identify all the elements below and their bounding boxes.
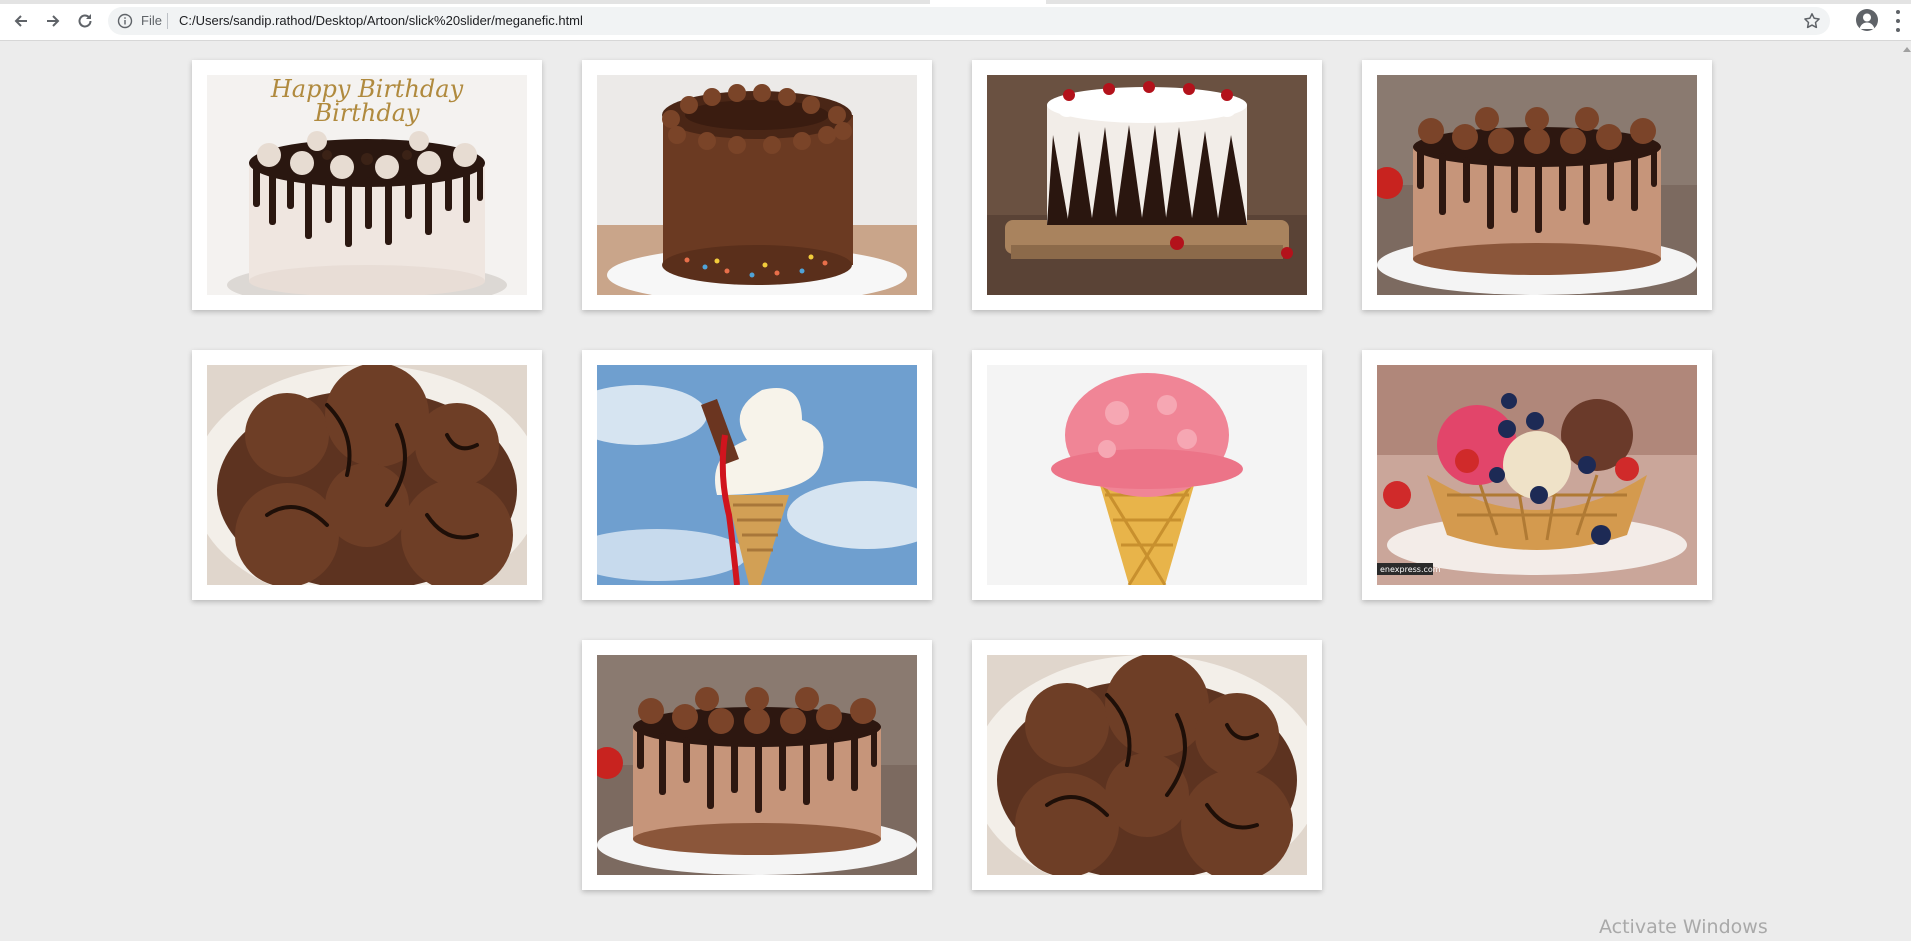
scroll-up-arrow-icon[interactable] xyxy=(1903,47,1911,52)
omnibox-divider xyxy=(167,13,168,29)
gallery-card[interactable] xyxy=(972,640,1322,890)
back-button[interactable] xyxy=(7,8,35,34)
arrow-left-icon xyxy=(14,15,27,27)
reload-icon xyxy=(78,14,92,28)
page-scrollbar[interactable] xyxy=(1905,41,1911,941)
reload-button[interactable] xyxy=(71,8,99,34)
gallery-card[interactable] xyxy=(192,350,542,600)
tab-strip-edge xyxy=(0,0,930,4)
gallery-card[interactable] xyxy=(582,350,932,600)
bookmark-star-icon[interactable] xyxy=(1803,12,1821,30)
profile-button[interactable] xyxy=(1856,9,1878,31)
gallery-card[interactable]: enexpress.com xyxy=(1362,350,1712,600)
gallery-card[interactable] xyxy=(1362,60,1712,310)
cake-image: Happy Birthday Birthday xyxy=(207,75,527,295)
cake-image xyxy=(1377,75,1697,295)
ice-cream-image xyxy=(597,365,917,585)
browser-menu-button[interactable] xyxy=(1890,10,1906,32)
tab-strip-edge xyxy=(1046,0,1911,4)
windows-activation-watermark: Activate Windows xyxy=(1599,916,1768,938)
address-bar[interactable]: File C:/Users/sandip.rathod/Desktop/Arto… xyxy=(108,7,1830,35)
cake-image xyxy=(987,75,1307,295)
menu-dot xyxy=(1896,28,1900,32)
ice-cream-image: enexpress.com xyxy=(1377,365,1697,585)
ice-cream-image xyxy=(987,655,1307,875)
info-icon[interactable] xyxy=(117,13,133,29)
gallery-card[interactable]: Happy Birthday Birthday xyxy=(192,60,542,310)
menu-dot xyxy=(1896,10,1900,14)
gallery-card[interactable] xyxy=(582,60,932,310)
ice-cream-image xyxy=(207,365,527,585)
person-icon xyxy=(1859,13,1875,29)
gallery-card[interactable] xyxy=(972,60,1322,310)
url-text[interactable]: C:/Users/sandip.rathod/Desktop/Artoon/sl… xyxy=(179,13,583,28)
cake-image xyxy=(597,75,917,295)
browser-toolbar: File C:/Users/sandip.rathod/Desktop/Arto… xyxy=(0,0,1911,41)
forward-button[interactable] xyxy=(39,8,67,34)
svg-text:Birthday: Birthday xyxy=(313,99,420,127)
ice-cream-image xyxy=(987,365,1307,585)
arrow-right-icon xyxy=(47,15,60,27)
cake-image xyxy=(597,655,917,875)
menu-dot xyxy=(1896,19,1900,23)
gallery-card[interactable] xyxy=(582,640,932,890)
file-scheme-label: File xyxy=(141,13,162,28)
gallery-card[interactable] xyxy=(972,350,1322,600)
image-watermark: enexpress.com xyxy=(1380,565,1441,574)
image-gallery: Happy Birthday Birthday enexpress.com xyxy=(0,41,1911,941)
